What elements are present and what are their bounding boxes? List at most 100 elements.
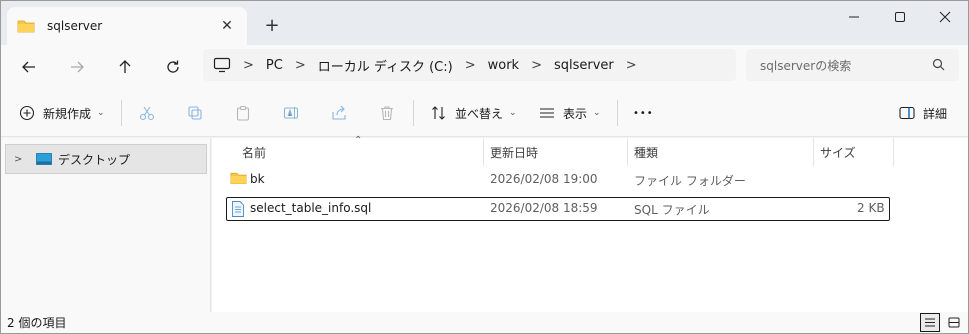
rename-icon bbox=[283, 107, 299, 119]
chevron-down-icon: ⌄ bbox=[593, 108, 601, 118]
file-list: ⌃ 名前 更新日時 種類 サイズ bk 2026/02/08 19:00 ファイ… bbox=[212, 135, 968, 312]
toolbar-divider bbox=[413, 100, 414, 126]
details-button-label: 詳細 bbox=[923, 106, 948, 121]
sidebar-item-label: デスクトップ bbox=[58, 152, 131, 167]
forward-button[interactable] bbox=[63, 53, 91, 81]
arrow-left-icon bbox=[22, 61, 35, 73]
details-pane-icon bbox=[899, 106, 915, 120]
copy-icon bbox=[188, 106, 202, 120]
arrow-right-icon bbox=[71, 61, 84, 73]
share-button[interactable] bbox=[331, 100, 347, 126]
up-button[interactable] bbox=[111, 53, 139, 81]
chevron-down-icon: ⌄ bbox=[97, 108, 105, 118]
chevron-down-icon: ⌄ bbox=[509, 108, 517, 118]
tab-title: sqlserver bbox=[47, 19, 103, 33]
file-name: select_table_info.sql bbox=[250, 201, 372, 215]
arrow-up-icon bbox=[119, 60, 131, 73]
command-bar: 新規作成 ⌄ 並べ替え ⌄ 表示 ⌄ ••• 詳細 bbox=[1, 88, 968, 137]
toolbar-divider bbox=[121, 100, 122, 126]
column-divider[interactable] bbox=[483, 138, 484, 166]
details-view-button[interactable] bbox=[920, 313, 940, 332]
close-icon bbox=[939, 11, 951, 23]
file-date: 2026/02/08 18:59 bbox=[490, 201, 598, 215]
new-tab-button[interactable]: + bbox=[261, 14, 283, 36]
new-button[interactable]: 新規作成 ⌄ bbox=[19, 100, 105, 126]
column-header-type[interactable]: 種類 bbox=[634, 138, 658, 166]
status-bar: 2 個の項目 bbox=[1, 312, 968, 333]
file-type: SQL ファイル bbox=[634, 203, 710, 217]
tiles-view-icon bbox=[948, 317, 960, 328]
sidebar-item-desktop[interactable]: > デスクトップ bbox=[5, 144, 207, 174]
table-row-bk[interactable]: bk 2026/02/08 19:00 ファイル フォルダー bbox=[226, 168, 890, 192]
sql-file-icon bbox=[232, 201, 244, 217]
desktop-icon bbox=[36, 153, 52, 165]
new-button-label: 新規作成 bbox=[43, 106, 92, 121]
refresh-icon bbox=[167, 60, 179, 73]
trash-icon bbox=[381, 106, 393, 121]
chevron-right-icon[interactable]: > bbox=[626, 58, 637, 73]
column-header-name[interactable]: 名前 bbox=[242, 138, 266, 166]
item-count: 2 個の項目 bbox=[7, 316, 67, 330]
file-date: 2026/02/08 19:00 bbox=[490, 172, 598, 186]
close-tab-icon[interactable]: ✕ bbox=[217, 16, 237, 36]
rename-button[interactable] bbox=[283, 100, 299, 126]
search-input[interactable]: sqlserverの検索 bbox=[746, 49, 959, 81]
refresh-button[interactable] bbox=[159, 53, 187, 81]
minimize-button[interactable] bbox=[831, 1, 877, 33]
address-row: > PC > ローカル ディスク (C:) > work > sqlserver… bbox=[1, 45, 968, 88]
pc-icon bbox=[213, 57, 231, 73]
chevron-right-icon: > bbox=[531, 57, 542, 73]
view-list-icon bbox=[540, 108, 554, 118]
file-explorer-window: sqlserver ✕ + > PC > ローカル ディスク (C:) > wo… bbox=[0, 0, 969, 334]
copy-button[interactable] bbox=[187, 100, 203, 126]
scissors-icon bbox=[139, 106, 155, 121]
folder-icon bbox=[17, 20, 35, 33]
breadcrumb-pc[interactable]: PC bbox=[266, 58, 283, 73]
more-options-button[interactable]: ••• bbox=[633, 100, 654, 126]
minimize-icon bbox=[849, 16, 859, 18]
column-divider[interactable] bbox=[813, 138, 814, 166]
sort-button-label: 並べ替え bbox=[455, 106, 504, 121]
sort-ascending-icon: ⌃ bbox=[354, 135, 363, 146]
paste-button[interactable] bbox=[235, 100, 251, 126]
chevron-right-icon: > bbox=[294, 57, 306, 73]
title-bar: sqlserver ✕ + bbox=[1, 1, 968, 45]
maximize-icon bbox=[895, 12, 905, 22]
file-type: ファイル フォルダー bbox=[634, 174, 746, 188]
tiles-view-button[interactable] bbox=[944, 313, 964, 332]
details-view-icon bbox=[925, 318, 935, 327]
search-placeholder: sqlserverの検索 bbox=[760, 58, 852, 73]
file-size: 2 KB bbox=[857, 201, 885, 215]
column-header-size[interactable]: サイズ bbox=[820, 138, 856, 166]
file-name: bk bbox=[250, 172, 265, 186]
breadcrumb-sqlserver[interactable]: sqlserver bbox=[554, 58, 614, 73]
breadcrumb-local-disk[interactable]: ローカル ディスク (C:) bbox=[318, 56, 453, 75]
maximize-button[interactable] bbox=[877, 1, 923, 33]
delete-button[interactable] bbox=[379, 100, 395, 126]
breadcrumb-work[interactable]: work bbox=[488, 58, 519, 73]
back-button[interactable] bbox=[15, 53, 43, 81]
details-pane-button[interactable]: 詳細 bbox=[899, 100, 947, 126]
column-divider[interactable] bbox=[893, 138, 894, 166]
close-window-button[interactable] bbox=[922, 1, 968, 33]
sort-icon bbox=[432, 106, 445, 120]
tab-sqlserver[interactable]: sqlserver ✕ bbox=[7, 7, 247, 45]
column-divider[interactable] bbox=[627, 138, 628, 166]
navigation-pane: > デスクトップ bbox=[1, 138, 211, 312]
folder-icon bbox=[230, 172, 247, 185]
view-button-label: 表示 bbox=[563, 106, 588, 121]
plus-circle-icon bbox=[19, 105, 35, 121]
chevron-right-icon: > bbox=[243, 57, 254, 73]
search-icon[interactable] bbox=[932, 58, 945, 71]
share-icon bbox=[332, 105, 346, 120]
table-row-select-table-info[interactable]: select_table_info.sql 2026/02/08 18:59 S… bbox=[226, 197, 890, 221]
toolbar-divider bbox=[617, 100, 618, 126]
cut-button[interactable] bbox=[139, 100, 155, 126]
clipboard-icon bbox=[236, 105, 250, 121]
column-header-date[interactable]: 更新日時 bbox=[490, 138, 538, 166]
view-button[interactable]: 表示 ⌄ bbox=[539, 100, 601, 126]
address-bar[interactable]: > PC > ローカル ディスク (C:) > work > sqlserver… bbox=[203, 49, 736, 81]
chevron-right-icon: > bbox=[464, 57, 476, 73]
sort-button[interactable]: 並べ替え ⌄ bbox=[431, 100, 517, 126]
chevron-right-icon[interactable]: > bbox=[14, 154, 26, 165]
